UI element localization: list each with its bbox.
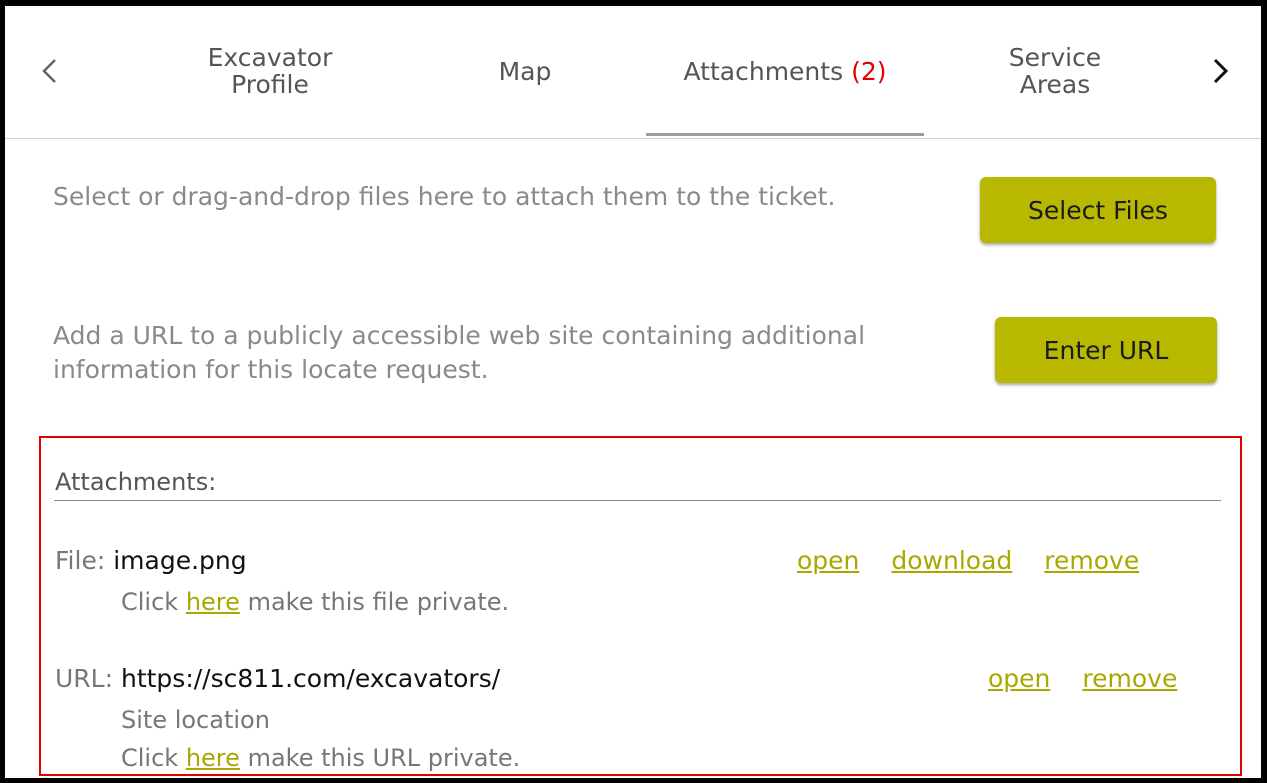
file-private-post: make this file private. <box>247 588 510 616</box>
url-private-pre: Click <box>121 744 179 772</box>
file-private-note: Click here make this file private. <box>121 588 509 616</box>
file-prefix: File: <box>55 546 106 575</box>
file-private-pre: Click <box>121 588 179 616</box>
url-address: https://sc811.com/excavators/ <box>120 664 501 693</box>
tab-excavator-profile[interactable]: Excavator Profile <box>175 44 365 98</box>
active-tab-indicator <box>646 133 924 136</box>
url-private-note: Click here make this URL private. <box>121 744 520 772</box>
file-name: image.png <box>113 546 247 575</box>
file-download-link[interactable]: download <box>891 546 1012 575</box>
tabs-prev-button[interactable] <box>29 46 69 96</box>
file-make-private-link[interactable]: here <box>186 588 240 616</box>
attachments-header: Attachments: <box>55 468 217 496</box>
enter-url-button[interactable]: Enter URL <box>995 317 1217 383</box>
select-files-hint: Select or drag-and-drop files here to at… <box>53 182 836 211</box>
tab-map[interactable]: Map <box>475 58 575 85</box>
divider <box>54 500 1221 501</box>
url-private-post: make this URL private. <box>247 744 521 772</box>
url-attachment-row: URL: https://sc811.com/excavators/ <box>55 664 500 693</box>
chevron-right-icon <box>1213 58 1229 84</box>
tabs-next-button[interactable] <box>1201 46 1241 96</box>
file-remove-link[interactable]: remove <box>1044 546 1139 575</box>
file-open-link[interactable]: open <box>797 546 859 575</box>
select-files-button[interactable]: Select Files <box>980 177 1216 243</box>
tab-bar: Excavator Profile Map Attachments (2) Se… <box>5 6 1261 139</box>
tab-label: Attachments <box>683 57 844 86</box>
tab-label-line2: Areas <box>1019 70 1091 99</box>
url-prefix: URL: <box>55 664 114 693</box>
attachments-list: Attachments: File: image.png open downlo… <box>39 436 1242 776</box>
chevron-left-icon <box>42 59 56 83</box>
tab-label-line1: Service <box>1008 43 1102 72</box>
url-remove-link[interactable]: remove <box>1082 664 1177 693</box>
url-open-link[interactable]: open <box>988 664 1050 693</box>
attachments-panel: Excavator Profile Map Attachments (2) Se… <box>5 6 1261 778</box>
file-attachment-row: File: image.png <box>55 546 247 575</box>
url-description: Site location <box>121 706 270 734</box>
url-actions: open remove <box>988 664 1177 693</box>
tab-label: Map <box>498 57 552 86</box>
tab-attachments[interactable]: Attachments (2) <box>645 58 925 85</box>
tab-label-line1: Excavator <box>207 43 333 72</box>
tab-label-line2: Profile <box>231 70 309 99</box>
file-actions: open download remove <box>797 546 1139 575</box>
attachment-count-badge: (2) <box>851 57 887 86</box>
tab-service-areas[interactable]: Service Areas <box>975 44 1135 98</box>
enter-url-hint: Add a URL to a publicly accessible web s… <box>53 321 866 384</box>
url-make-private-link[interactable]: here <box>186 744 240 772</box>
